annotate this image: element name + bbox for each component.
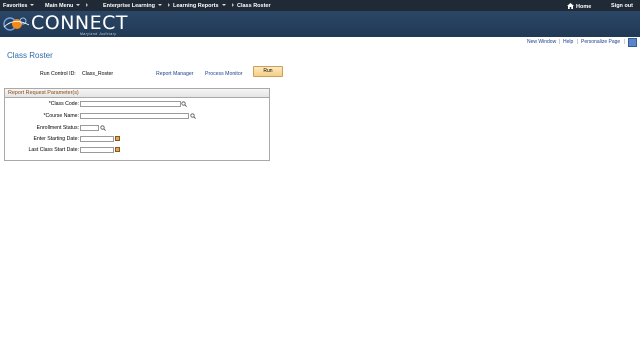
brand-tagline: Maryland Judiciary <box>80 32 117 36</box>
run-control-id-label: Run Control ID: <box>40 71 76 77</box>
main-menu[interactable]: Main Menu <box>45 2 89 9</box>
last-class-start-date-input[interactable] <box>80 146 114 153</box>
favorites-label: Favorites <box>3 2 28 9</box>
favorites-menu[interactable]: Favorites <box>3 2 35 9</box>
course-name-input[interactable] <box>80 112 189 119</box>
brand-name: CONNECT <box>31 12 129 34</box>
sign-out-link[interactable]: Sign out <box>611 3 633 9</box>
help-icon[interactable] <box>628 38 637 47</box>
learning-reports-label: Learning Reports <box>173 2 219 9</box>
enrollment-status-label: Enrollment Status: <box>36 125 79 131</box>
enrollment-status-input[interactable] <box>80 124 99 131</box>
run-control-id-value: Class_Roster <box>82 71 114 77</box>
calendar-icon[interactable] <box>115 136 120 141</box>
enterprise-learning-menu[interactable]: Enterprise Learning <box>103 2 170 9</box>
report-manager-link[interactable]: Report Manager <box>156 71 194 77</box>
chevron-right-icon <box>86 2 89 7</box>
run-button[interactable]: Run <box>253 66 283 77</box>
chevron-down-icon <box>76 3 81 6</box>
last-class-start-date-label: Last Class Start Date: <box>28 147 79 153</box>
chevron-right-icon <box>167 2 170 7</box>
enterprise-learning-label: Enterprise Learning <box>103 2 155 9</box>
chevron-right-icon <box>231 2 234 7</box>
page-title: Class Roster <box>7 51 53 60</box>
home-link[interactable]: Home <box>567 2 592 10</box>
lookup-icon[interactable] <box>190 113 196 119</box>
home-label: Home <box>576 3 592 10</box>
group-header: Report Request Parameter(s) <box>5 89 269 98</box>
connect-logo-icon <box>3 17 30 31</box>
lookup-icon[interactable] <box>100 125 106 131</box>
class-code-label: *Class Code: <box>48 101 79 107</box>
new-window-link[interactable]: New Window <box>527 39 556 45</box>
process-monitor-link[interactable]: Process Monitor <box>205 71 242 77</box>
enter-starting-date-label: Enter Starting Date: <box>33 136 79 142</box>
group-header-title: Report Request Parameter(s) <box>8 90 79 96</box>
breadcrumb-current: Class Roster <box>237 2 271 9</box>
home-icon <box>567 2 574 9</box>
personalize-page-link[interactable]: Personalize Page <box>581 39 620 45</box>
learning-reports-menu[interactable]: Learning Reports <box>173 2 234 9</box>
main-menu-label: Main Menu <box>45 2 74 9</box>
lookup-icon[interactable] <box>181 101 187 107</box>
chevron-down-icon <box>221 3 226 6</box>
class-code-input[interactable] <box>80 100 181 107</box>
calendar-icon[interactable] <box>115 147 120 152</box>
chevron-down-icon <box>157 3 162 6</box>
divider: | <box>577 39 579 45</box>
help-link[interactable]: Help <box>563 39 573 45</box>
top-navigation-bar: Favorites Main Menu Enterprise Learning … <box>0 0 640 11</box>
chevron-down-icon <box>30 3 35 6</box>
divider: | <box>624 39 626 45</box>
page-toolbar: New Window | Help | Personalize Page | <box>0 37 640 48</box>
divider: | <box>559 39 561 45</box>
course-name-label: *Course Name: <box>43 113 79 119</box>
enter-starting-date-input[interactable] <box>80 135 114 142</box>
